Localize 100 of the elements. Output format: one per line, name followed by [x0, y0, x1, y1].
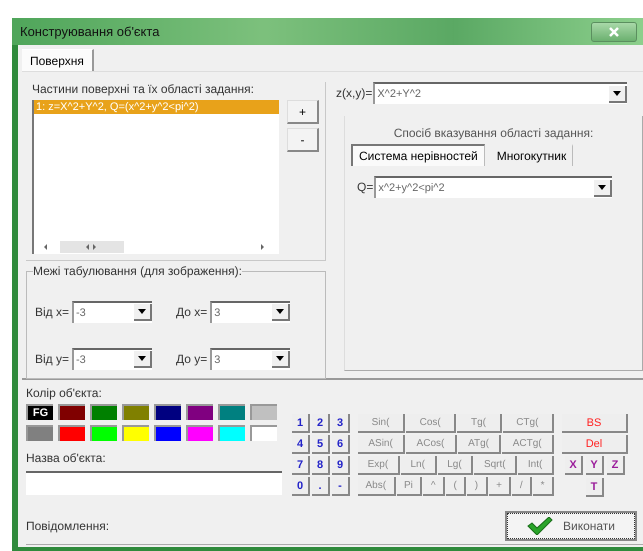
- function-key[interactable]: Tg(: [457, 414, 502, 433]
- color-swatch[interactable]: [122, 404, 149, 420]
- digit-key[interactable]: 9: [332, 456, 350, 475]
- name-label: Назва об'єкта:: [26, 451, 107, 465]
- digit-key[interactable]: 6: [332, 435, 350, 454]
- function-key[interactable]: Int(: [518, 456, 554, 475]
- name-field[interactable]: [26, 471, 282, 495]
- close-button[interactable]: [591, 22, 637, 42]
- function-key[interactable]: Abs(: [358, 477, 396, 496]
- color-swatch[interactable]: [26, 425, 53, 441]
- color-swatch[interactable]: [218, 425, 245, 441]
- window-title: Конструювання об'єкта: [20, 24, 160, 39]
- function-key[interactable]: Pi: [396, 477, 422, 496]
- color-swatch[interactable]: [186, 425, 213, 441]
- color-swatch[interactable]: [250, 404, 277, 420]
- color-swatch[interactable]: [90, 425, 117, 441]
- function-key[interactable]: (: [446, 477, 466, 496]
- run-button[interactable]: Виконати: [507, 512, 635, 539]
- status-label: Повідомлення:: [26, 518, 110, 533]
- dropdown-arrow-icon: [613, 90, 622, 96]
- dropdown-button[interactable]: [134, 304, 152, 321]
- function-key[interactable]: ): [467, 477, 488, 496]
- dropdown-button[interactable]: [272, 351, 290, 368]
- dropdown-arrow-icon: [138, 356, 146, 361]
- digit-key[interactable]: 0: [292, 477, 310, 496]
- function-combo[interactable]: X^2+Y^2: [373, 82, 628, 104]
- function-key[interactable]: Exp(: [358, 456, 400, 475]
- color-label: Колір об'єкта:: [26, 386, 103, 400]
- function-key[interactable]: ^: [423, 477, 446, 496]
- tab[interactable]: Многокутник: [488, 144, 574, 166]
- variable-key[interactable]: T: [586, 478, 604, 497]
- remove-button[interactable]: -: [287, 128, 319, 152]
- digit-key[interactable]: 8: [312, 456, 330, 475]
- color-swatch[interactable]: [58, 425, 85, 441]
- dropdown-button[interactable]: [272, 304, 290, 321]
- dropdown-arrow-icon: [276, 356, 284, 361]
- function-key[interactable]: ATg(: [458, 435, 502, 454]
- edit-key[interactable]: Del: [562, 435, 628, 454]
- function-key[interactable]: /: [512, 477, 532, 496]
- field-value: X^2+Y^2: [376, 88, 421, 100]
- color-swatch[interactable]: [218, 404, 245, 420]
- domain-combo[interactable]: x^2+y^2<pi^2: [374, 176, 612, 198]
- color-swatch[interactable]: [58, 404, 85, 420]
- limit-combo[interactable]: 3: [210, 300, 290, 322]
- digit-key[interactable]: .: [312, 477, 330, 496]
- function-key[interactable]: ACos(: [406, 435, 457, 454]
- color-swatch[interactable]: [154, 404, 181, 420]
- color-swatch[interactable]: [122, 425, 149, 441]
- dropdown-arrow-icon: [276, 309, 284, 314]
- function-key[interactable]: Ln(: [400, 456, 437, 475]
- field-value: 3: [213, 306, 220, 318]
- function-key[interactable]: Lg(: [438, 456, 474, 475]
- limit-combo[interactable]: -3: [72, 348, 152, 370]
- function-key[interactable]: CTg(: [502, 414, 554, 433]
- function-key[interactable]: *: [533, 477, 554, 496]
- field-value: -3: [75, 354, 86, 366]
- field-value: 3: [213, 354, 220, 366]
- function-key[interactable]: ACTg(: [502, 435, 554, 454]
- edit-key[interactable]: BS: [562, 414, 628, 433]
- domain-label: Спосіб вказування області задання:: [392, 126, 594, 140]
- digit-key[interactable]: 1: [292, 414, 310, 433]
- dropdown-button[interactable]: [134, 351, 152, 368]
- close-icon: [609, 26, 619, 36]
- field-label: До y=: [176, 352, 208, 366]
- checkmark-icon: [526, 516, 553, 535]
- digit-key[interactable]: 3: [332, 414, 350, 433]
- color-swatch[interactable]: [186, 404, 213, 420]
- dropdown-button[interactable]: [594, 180, 612, 196]
- field-label: Від x=: [35, 304, 70, 318]
- color-swatch[interactable]: [90, 404, 117, 420]
- limit-combo[interactable]: -3: [72, 300, 152, 322]
- field-value: -3: [75, 306, 86, 318]
- dropdown-arrow-icon: [598, 184, 606, 190]
- limit-combo[interactable]: 3: [210, 348, 290, 370]
- function-key[interactable]: Sin(: [358, 414, 406, 433]
- digit-key[interactable]: 5: [312, 435, 330, 454]
- limits-label: Межі табулювання (для зображення):: [33, 264, 242, 278]
- dropdown-arrow-icon: [138, 309, 146, 314]
- parts-label: Частини поверхні та їх області задання:: [32, 82, 255, 96]
- color-swatch[interactable]: [154, 425, 181, 441]
- digit-key[interactable]: 4: [292, 435, 310, 454]
- function-key[interactable]: Cos(: [406, 414, 456, 433]
- add-button[interactable]: +: [287, 100, 319, 124]
- field-label: До x=: [176, 304, 208, 318]
- field-label: Від y=: [35, 352, 70, 366]
- digit-key[interactable]: 7: [292, 456, 310, 475]
- digit-key[interactable]: 2: [312, 414, 330, 433]
- digit-key[interactable]: -: [332, 477, 350, 496]
- function-key[interactable]: Sqrt(: [474, 456, 518, 475]
- variable-key[interactable]: Y: [586, 456, 604, 475]
- variable-key[interactable]: Z: [607, 456, 625, 475]
- color-swatch[interactable]: FG: [26, 404, 53, 420]
- color-swatch[interactable]: [250, 425, 277, 441]
- tab[interactable]: Поверхня: [22, 49, 94, 71]
- tab[interactable]: Система нерівностей: [351, 144, 485, 166]
- dropdown-button[interactable]: [609, 86, 628, 102]
- variable-key[interactable]: X: [565, 456, 583, 475]
- function-key[interactable]: +: [488, 477, 512, 496]
- field-value: x^2+y^2<pi^2: [377, 182, 445, 194]
- function-key[interactable]: ASin(: [358, 435, 406, 454]
